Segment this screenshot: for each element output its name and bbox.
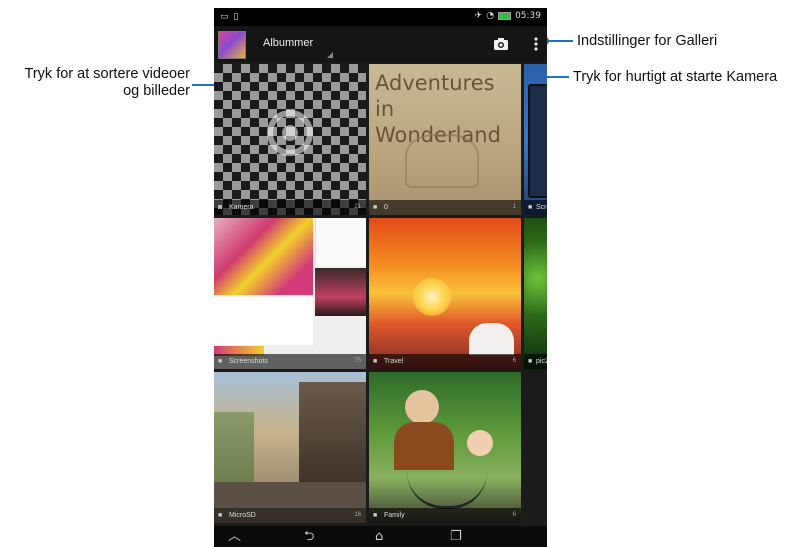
album-art-info [214, 297, 313, 345]
folder-icon: ■ [218, 512, 223, 519]
callout-sort-line1: Tryk for at sortere videoer [24, 66, 190, 82]
album-label: ■ Scre [524, 200, 547, 215]
overflow-menu-icon[interactable] [532, 35, 540, 53]
notification-icon: ▭ [220, 12, 229, 22]
album-tile-family[interactable]: ■ Family 6 [369, 372, 521, 523]
album-name: Scre [536, 204, 547, 211]
album-label: ■ 0 1 [369, 200, 521, 215]
bluetooth-icon: ✈ [474, 11, 483, 21]
street-road [214, 482, 366, 508]
file-icon: ▯ [233, 12, 239, 22]
album-label: ◙ Kamera 21 [214, 200, 366, 215]
album-tile-kamera[interactable]: ◙ Kamera 21 [214, 64, 366, 215]
person-mother-body [394, 422, 454, 470]
album-art-portrait [315, 268, 366, 316]
folder-icon: ■ [528, 204, 533, 211]
album-tile-screenshots[interactable]: ■ Screenshots 75 [214, 218, 366, 369]
camera-placeholder-icon [267, 110, 313, 156]
status-bar: ▭ ▯ ✈ ◔ 05:39 [214, 8, 547, 26]
leader-settings-h [545, 40, 573, 42]
folder-icon: ■ [218, 358, 223, 365]
cat-illustration [405, 134, 479, 188]
album-count: 1 [512, 204, 516, 210]
callout-camera: Tryk for hurtigt at starte Kamera [573, 69, 778, 85]
album-label: ■ Travel 6 [369, 354, 521, 369]
album-count: 75 [354, 358, 361, 364]
album-art-list [315, 218, 366, 266]
phone-screenshot [528, 84, 547, 198]
camera-icon[interactable] [492, 35, 510, 53]
album-name: Travel [384, 358, 404, 365]
recent-apps-up-icon[interactable]: ︿ [228, 528, 241, 545]
folder-icon: ■ [373, 204, 378, 211]
navigation-bar: ︿ ⮌ ⌂ ❐ [214, 526, 547, 547]
album-tile-scre[interactable]: ■ Scre [524, 64, 547, 215]
album-name: MicroSD [229, 512, 256, 519]
person-mother [405, 390, 439, 424]
album-label: ■ Screenshots 75 [214, 354, 366, 369]
dropdown-arrow-icon[interactable] [327, 52, 333, 58]
status-time: 05:39 [515, 11, 541, 21]
battery-icon [498, 12, 512, 20]
camera-small-icon: ◙ [218, 204, 223, 211]
folder-icon: ■ [373, 512, 378, 519]
album-tile-0[interactable]: Adventures in Wonderland ■ 0 1 [369, 64, 521, 215]
album-count: 16 [354, 512, 361, 518]
tablet-screen: ▭ ▯ ✈ ◔ 05:39 Albummer ◙ Kamera 21 Adven… [214, 8, 547, 547]
album-tile-microsd[interactable]: ■ MicroSD 16 [214, 372, 366, 523]
wifi-icon: ◔ [486, 11, 495, 21]
callout-settings: Indstillinger for Galleri [577, 33, 718, 49]
album-label: ■ pic2 [524, 354, 547, 369]
building-silhouette [469, 323, 514, 355]
folder-icon: ■ [528, 358, 533, 365]
album-label: ■ Family 6 [369, 508, 521, 523]
album-count: 21 [354, 204, 361, 210]
folder-icon: ■ [373, 358, 378, 365]
home-icon[interactable]: ⌂ [375, 528, 383, 545]
album-art-pink [214, 218, 313, 295]
album-name: Screenshots [229, 358, 268, 365]
album-view-dropdown[interactable]: Albummer [263, 37, 313, 49]
book-cover-line1: Adventures [375, 71, 495, 95]
gallery-app-icon[interactable] [218, 31, 246, 59]
street-building-left [214, 412, 254, 492]
album-grid: ◙ Kamera 21 Adventures in Wonderland ■ 0… [214, 64, 547, 526]
street-building-right [299, 382, 366, 492]
album-tile-pic2[interactable]: ■ pic2 [524, 218, 547, 369]
album-label: ■ MicroSD 16 [214, 508, 366, 523]
album-name: Kamera [229, 204, 254, 211]
album-tile-travel[interactable]: ■ Travel 6 [369, 218, 521, 369]
callout-sort-line2: og billeder [123, 83, 190, 99]
album-name: pic2 [536, 358, 547, 365]
album-count: 6 [512, 512, 516, 518]
person-child [467, 430, 493, 456]
bicycle [407, 472, 487, 509]
album-name: Family [384, 512, 405, 519]
album-count: 6 [512, 358, 516, 364]
album-name: 0 [384, 204, 388, 211]
sun-glow [413, 278, 451, 316]
callout-sort: Tryk for at sortere videoer og billeder [7, 66, 190, 100]
recent-apps-icon[interactable]: ❐ [450, 528, 462, 545]
action-bar: Albummer [214, 26, 547, 62]
back-icon[interactable]: ⮌ [304, 528, 314, 545]
